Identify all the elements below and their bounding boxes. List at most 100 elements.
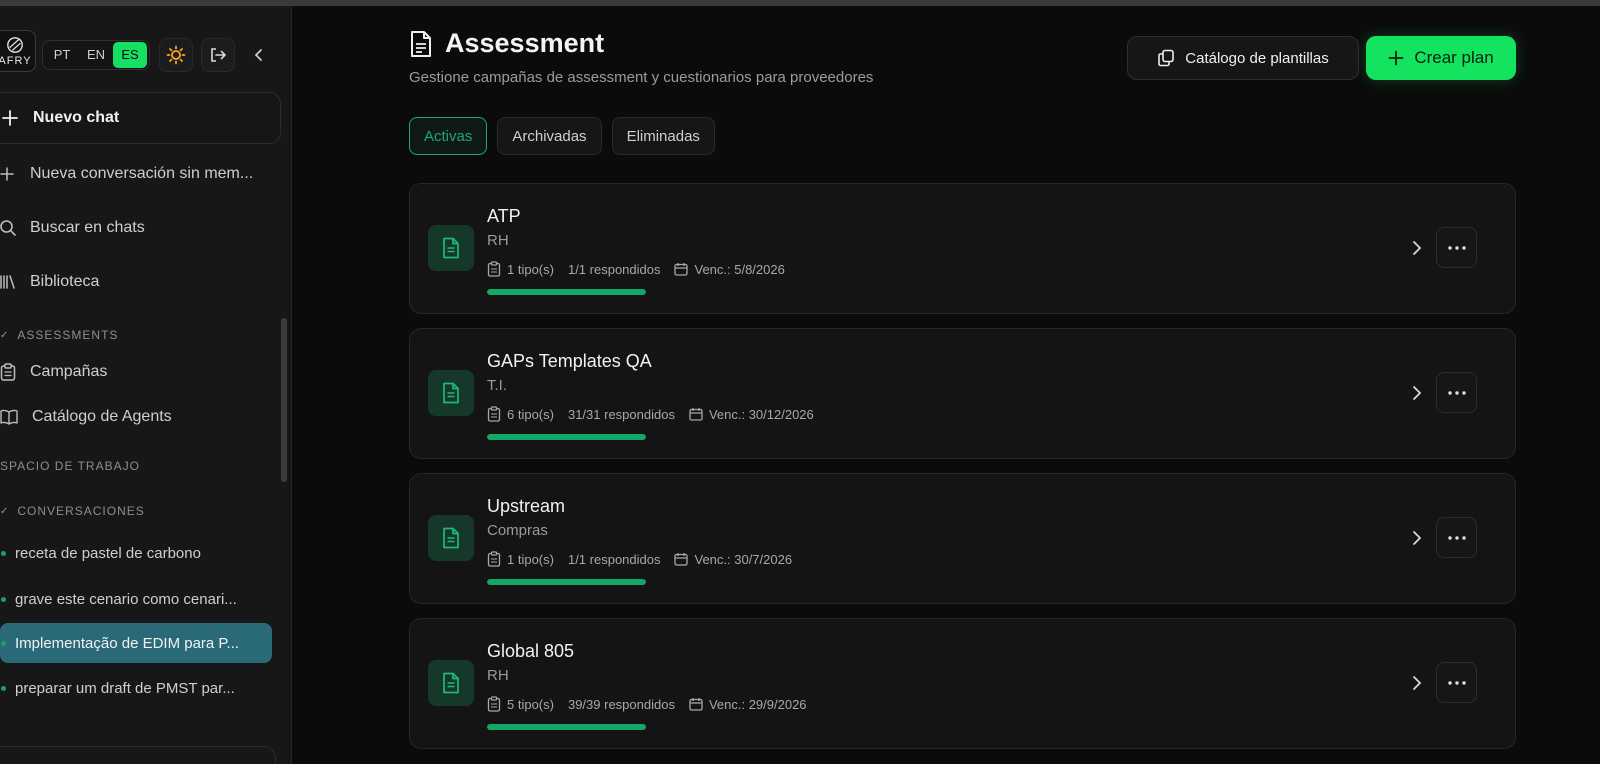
button-label: Crear plan bbox=[1414, 48, 1494, 67]
progress-bar bbox=[487, 434, 646, 440]
nav-new-conversation-no-memory[interactable]: Nueva conversación sin mem... bbox=[0, 162, 253, 186]
nav-label: Buscar en chats bbox=[30, 219, 145, 236]
section-title: CONVERSACIONES bbox=[17, 504, 145, 518]
tab-archived[interactable]: Archivadas bbox=[497, 117, 602, 155]
brand-logo[interactable]: AFRY bbox=[0, 30, 36, 72]
create-plan-button[interactable]: Crear plan bbox=[1366, 36, 1516, 80]
campaign-responses: 1/1 respondidos bbox=[567, 551, 661, 567]
progress-bar bbox=[487, 579, 646, 585]
document-icon bbox=[428, 370, 474, 416]
open-campaign-chevron[interactable] bbox=[1406, 527, 1428, 549]
section-assessments[interactable]: ✓ ASSESSMENTS bbox=[0, 328, 118, 342]
more-options-button[interactable] bbox=[1436, 662, 1477, 703]
progress-fill bbox=[487, 289, 646, 295]
section-conversations[interactable]: ✓ CONVERSACIONES bbox=[0, 504, 145, 518]
logout-button[interactable] bbox=[201, 38, 235, 72]
conversation-item[interactable]: grave este cenario como cenari... bbox=[0, 579, 272, 619]
nav-agents-catalog[interactable]: Catálogo de Agents bbox=[0, 405, 172, 429]
campaign-responses: 31/31 respondidos bbox=[567, 406, 675, 422]
progress-bar bbox=[487, 289, 646, 295]
document-icon bbox=[428, 515, 474, 561]
open-campaign-chevron[interactable] bbox=[1406, 237, 1428, 259]
theme-toggle-button[interactable] bbox=[159, 38, 193, 72]
campaign-name: Upstream bbox=[487, 496, 566, 516]
campaign-responses: 1/1 respondidos bbox=[567, 261, 661, 277]
nav-label: Catálogo de Agents bbox=[32, 408, 172, 425]
campaign-due: Venc.: 29/9/2026 bbox=[708, 696, 807, 712]
template-catalog-button[interactable]: Catálogo de plantillas bbox=[1127, 36, 1359, 80]
campaign-due: Venc.: 30/7/2026 bbox=[694, 551, 793, 567]
campaign-department: Compras bbox=[487, 522, 548, 539]
nav-campaigns[interactable]: Campañas bbox=[0, 360, 107, 384]
campaign-name: GAPs Templates QA bbox=[487, 351, 652, 371]
chevron-right-icon bbox=[1413, 386, 1422, 400]
chevron-right-icon bbox=[1413, 676, 1422, 690]
chevron-down-icon: ✓ bbox=[0, 329, 10, 341]
campaign-meta: 6 tipo(s) 31/31 respondidos Venc.: 30/12… bbox=[487, 406, 828, 422]
page-title-text: Assessment bbox=[445, 28, 605, 58]
search-icon bbox=[0, 220, 16, 236]
campaign-responses: 39/39 respondidos bbox=[567, 696, 675, 712]
document-icon bbox=[411, 30, 431, 57]
campaign-card[interactable]: GAPs Templates QA T.I. 6 tipo(s) 31/31 r… bbox=[409, 328, 1516, 459]
clipboard-icon bbox=[487, 696, 501, 712]
lang-es[interactable]: ES bbox=[113, 42, 147, 68]
conversation-item[interactable]: preparar um draft de PMST par... bbox=[0, 668, 272, 708]
logout-icon bbox=[211, 48, 226, 62]
campaign-card[interactable]: ATP RH 1 tipo(s) 1/1 respondidos Venc.: … bbox=[409, 183, 1516, 314]
more-options-button[interactable] bbox=[1436, 372, 1477, 413]
more-options-button[interactable] bbox=[1436, 517, 1477, 558]
chevron-left-icon bbox=[254, 49, 262, 61]
main-content: Assessment Gestione campañas de assessme… bbox=[293, 6, 1600, 764]
progress-bar bbox=[487, 724, 646, 730]
sidebar-footer-box[interactable] bbox=[0, 746, 276, 764]
clipboard-icon bbox=[487, 551, 501, 567]
conversation-title: grave este cenario como cenari... bbox=[15, 590, 237, 608]
more-horizontal-icon bbox=[1447, 390, 1466, 395]
open-campaign-chevron[interactable] bbox=[1406, 672, 1428, 694]
page-subtitle: Gestione campañas de assessment y cuesti… bbox=[409, 69, 874, 86]
chevron-right-icon bbox=[1413, 241, 1422, 255]
plus-icon bbox=[1388, 50, 1404, 66]
campaign-due: Venc.: 30/12/2026 bbox=[708, 406, 814, 422]
calendar-icon bbox=[674, 263, 689, 276]
conversation-item-active[interactable]: Implementação de EDIM para P... bbox=[0, 623, 272, 663]
calendar-icon bbox=[674, 553, 689, 566]
clipboard-icon bbox=[487, 261, 501, 277]
campaign-card[interactable]: Upstream Compras 1 tipo(s) 1/1 respondid… bbox=[409, 473, 1516, 604]
plus-icon bbox=[0, 167, 14, 181]
lang-pt[interactable]: PT bbox=[45, 42, 79, 68]
conversation-title: Implementação de EDIM para P... bbox=[15, 634, 240, 652]
conversation-title: receta de pastel de carbono bbox=[15, 544, 201, 562]
document-icon bbox=[428, 660, 474, 706]
calendar-icon bbox=[689, 698, 703, 711]
campaign-card[interactable]: Global 805 RH 5 tipo(s) 39/39 respondido… bbox=[409, 618, 1516, 749]
section-workspace[interactable]: SPACIO DE TRABAJO bbox=[0, 459, 140, 473]
status-tabs: Activas Archivadas Eliminadas bbox=[409, 117, 725, 155]
sidebar: AFRY PT EN ES Nuevo chat Nueva conversac… bbox=[0, 6, 292, 764]
globe-icon bbox=[7, 36, 23, 53]
more-options-button[interactable] bbox=[1436, 227, 1477, 268]
calendar-icon bbox=[689, 408, 703, 421]
campaign-meta: 5 tipo(s) 39/39 respondidos Venc.: 29/9/… bbox=[487, 696, 821, 712]
status-dot bbox=[1, 640, 6, 646]
campaign-types: 1 tipo(s) bbox=[507, 261, 554, 277]
tab-deleted[interactable]: Eliminadas bbox=[611, 117, 715, 155]
nav-library[interactable]: Biblioteca bbox=[0, 270, 99, 294]
lang-en[interactable]: EN bbox=[79, 42, 113, 68]
conversation-title: preparar um draft de PMST par... bbox=[15, 679, 235, 697]
clipboard-icon bbox=[0, 363, 16, 381]
library-icon bbox=[0, 275, 15, 289]
conversation-item[interactable]: receta de pastel de carbono bbox=[0, 533, 272, 573]
section-title: SPACIO DE TRABAJO bbox=[0, 459, 140, 473]
tab-active[interactable]: Activas bbox=[409, 117, 488, 155]
new-chat-button[interactable]: Nuevo chat bbox=[0, 92, 281, 144]
progress-fill bbox=[487, 434, 646, 440]
nav-search-chats[interactable]: Buscar en chats bbox=[0, 216, 145, 240]
sidebar-scrollbar[interactable] bbox=[281, 318, 287, 482]
progress-fill bbox=[487, 724, 646, 730]
section-title: ASSESSMENTS bbox=[17, 328, 119, 342]
page-title: Assessment bbox=[409, 28, 604, 59]
collapse-sidebar-button[interactable] bbox=[248, 44, 270, 66]
open-campaign-chevron[interactable] bbox=[1406, 382, 1428, 404]
